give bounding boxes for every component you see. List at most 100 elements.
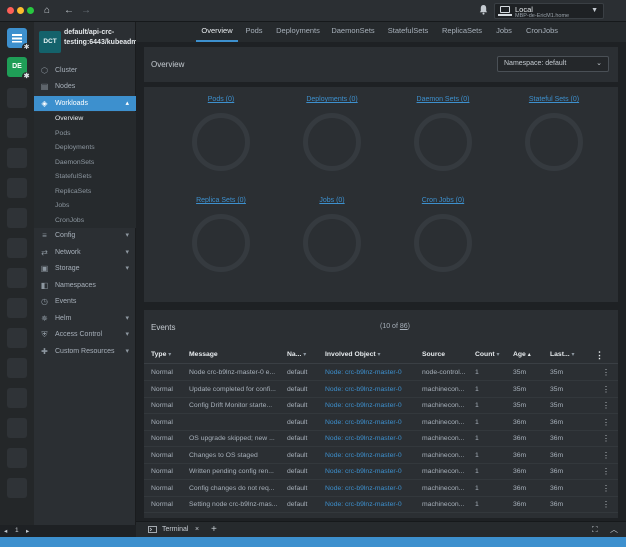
hotbar-item-cluster[interactable]: DE ✱ — [7, 57, 31, 81]
close-icon[interactable]: × — [195, 522, 199, 537]
hotbar-empty-slot[interactable] — [7, 208, 27, 228]
pods-chart-link[interactable]: Pods (0) — [166, 96, 276, 103]
sidebar-item-helm[interactable]: ✵ Helm ▾ — [34, 311, 136, 326]
row-menu-icon[interactable]: ⋮ — [602, 398, 610, 414]
table-row[interactable]: Normal Config Drift Monitor starte... defa… — [144, 398, 618, 415]
cell-object[interactable]: Node: crc-b9lnz-master-0 — [325, 497, 419, 513]
sidebar-subitem-jobs[interactable]: Jobs — [34, 199, 136, 214]
sidebar-item-cluster[interactable]: ⬡ Cluster — [34, 63, 136, 78]
tab-daemonsets[interactable]: DaemonSets — [328, 22, 378, 42]
events-count-total-link[interactable]: 86 — [400, 323, 408, 330]
sidebar-subitem-pods[interactable]: Pods — [34, 127, 136, 142]
column-header-message[interactable]: Message — [189, 348, 218, 362]
hotbar-empty-slot[interactable] — [7, 418, 27, 438]
close-window-button[interactable] — [7, 7, 14, 14]
hotbar-empty-slot[interactable] — [7, 148, 27, 168]
table-row[interactable]: Normal Changes to OS staged default Node: c… — [144, 448, 618, 464]
sidebar-item-namespaces[interactable]: ◧ Namespaces — [34, 278, 136, 293]
sidebar-subitem-cronjobs[interactable]: CronJobs — [34, 214, 136, 229]
sidebar-item-network[interactable]: ⇄ Network ▾ — [34, 245, 136, 260]
sidebar-subitem-statefulsets[interactable]: StatefulSets — [34, 170, 136, 185]
cell-object[interactable]: Node: crc-b9lnz-master-0 — [325, 398, 419, 414]
row-menu-icon[interactable]: ⋮ — [602, 497, 610, 513]
sidebar-subitem-overview[interactable]: Overview — [34, 112, 136, 127]
cell-object[interactable]: Node: crc-b9lnz-master-0 — [325, 481, 419, 497]
sidebar-subitem-daemonsets[interactable]: DaemonSets — [34, 156, 136, 171]
sidebar-item-events[interactable]: ◷ Events — [34, 294, 136, 309]
hotbar-empty-slot[interactable] — [7, 448, 27, 468]
tab-replicasets[interactable]: ReplicaSets — [438, 22, 486, 42]
add-tab-button[interactable]: + — [211, 522, 217, 537]
table-row[interactable]: Normal OS upgrade skipped; new ... default… — [144, 431, 618, 448]
minimize-window-button[interactable] — [17, 7, 24, 14]
home-icon[interactable]: ⌂ — [44, 4, 50, 18]
table-row[interactable]: Normal Config changes do not req... defaul… — [144, 481, 618, 497]
cell-object[interactable]: Node: crc-b9lnz-master-0 — [325, 448, 419, 464]
sidebar-subitem-deployments[interactable]: Deployments — [34, 141, 136, 156]
row-menu-icon[interactable]: ⋮ — [602, 431, 610, 447]
namespace-select[interactable]: Namespace: default ⌄ — [497, 56, 609, 72]
tab-pods[interactable]: Pods — [240, 22, 268, 42]
cronjobs-chart-link[interactable]: Cron Jobs (0) — [388, 197, 498, 204]
column-header-last-seen[interactable]: Last... ▾ — [550, 348, 575, 362]
tab-cronjobs[interactable]: CronJobs — [522, 22, 562, 42]
row-menu-icon[interactable]: ⋮ — [602, 481, 610, 497]
hotbar-empty-slot[interactable] — [7, 88, 27, 108]
columns-menu-icon[interactable]: ⋮ — [595, 348, 604, 362]
column-header-age[interactable]: Age ▴ — [513, 348, 531, 362]
row-menu-icon[interactable]: ⋮ — [602, 365, 610, 381]
hotbar-empty-slot[interactable] — [7, 178, 27, 198]
statefulsets-chart-link[interactable]: Stateful Sets (0) — [499, 96, 609, 103]
sidebar-item-config[interactable]: ≡ Config ▾ — [34, 228, 136, 243]
hotbar-prev-button[interactable]: ◂ — [4, 527, 7, 535]
sidebar-subitem-replicasets[interactable]: ReplicaSets — [34, 185, 136, 200]
tab-overview[interactable]: Overview — [196, 22, 238, 42]
cell-object[interactable]: Node: crc-b9lnz-master-0 — [325, 431, 419, 447]
cell-object[interactable]: Node: crc-b9lnz-master-0 — [325, 365, 419, 381]
cell-object[interactable]: Node: crc-b9lnz-master-0 — [325, 382, 419, 398]
column-header-source[interactable]: Source — [422, 348, 445, 362]
hotbar-empty-slot[interactable] — [7, 238, 27, 258]
table-row[interactable]: Normal Node crc-b9lnz-master-0 e... defaul… — [144, 365, 618, 382]
table-row[interactable]: Normal default Node: crc-b9lnz-master-0 mac… — [144, 415, 618, 431]
cell-object[interactable]: Node: crc-b9lnz-master-0 — [325, 415, 419, 431]
terminal-tab[interactable]: Terminal × — [144, 522, 204, 538]
context-selector[interactable]: Local MBP-de-EricM1.home ▼ — [494, 3, 604, 19]
table-row[interactable]: Normal Update completed for confi... defau… — [144, 382, 618, 398]
hotbar-empty-slot[interactable] — [7, 298, 27, 318]
arrow-right-icon[interactable]: → — [81, 4, 91, 18]
row-menu-icon[interactable]: ⋮ — [602, 415, 610, 431]
sidebar-item-access-control[interactable]: ⛨ Access Control ▾ — [34, 327, 136, 342]
table-row[interactable]: Normal Written pending config ren... defau… — [144, 464, 618, 481]
replicasets-chart-link[interactable]: Replica Sets (0) — [166, 197, 276, 204]
daemonsets-chart-link[interactable]: Daemon Sets (0) — [388, 96, 498, 103]
arrow-left-icon[interactable]: ← — [64, 4, 74, 18]
zoom-window-button[interactable] — [27, 7, 34, 14]
hotbar-empty-slot[interactable] — [7, 328, 27, 348]
sidebar-item-nodes[interactable]: ▤ Nodes — [34, 79, 136, 94]
row-menu-icon[interactable]: ⋮ — [602, 382, 610, 398]
bell-icon[interactable] — [479, 4, 488, 20]
column-header-count[interactable]: Count ▾ — [475, 348, 500, 362]
column-header-involved-object[interactable]: Involved Object ▾ — [325, 348, 381, 362]
sidebar-item-workloads[interactable]: ◈ Workloads ▴ — [34, 96, 136, 111]
row-menu-icon[interactable]: ⋮ — [602, 464, 610, 480]
hotbar-empty-slot[interactable] — [7, 388, 27, 408]
tab-statefulsets[interactable]: StatefulSets — [384, 22, 432, 42]
hotbar-item-catalog[interactable]: ✱ — [7, 28, 31, 52]
hotbar-empty-slot[interactable] — [7, 358, 27, 378]
fullscreen-icon[interactable]: ⛶ — [592, 522, 598, 537]
hotbar-next-button[interactable]: ▸ — [26, 527, 29, 535]
hotbar-empty-slot[interactable] — [7, 268, 27, 288]
table-row[interactable]: Normal Setting node crc-b9lnz-mas... defau… — [144, 497, 618, 514]
jobs-chart-link[interactable]: Jobs (0) — [277, 197, 387, 204]
cluster-header[interactable]: DCT default/api-crc-testing:6443/kubeadm… — [34, 22, 144, 62]
tab-deployments[interactable]: Deployments — [273, 22, 323, 42]
sidebar-item-custom-resources[interactable]: ✚ Custom Resources ▾ — [34, 344, 136, 359]
column-header-type[interactable]: Type ▾ — [151, 348, 171, 362]
deployments-chart-link[interactable]: Deployments (0) — [277, 96, 387, 103]
sidebar-item-storage[interactable]: ▣ Storage ▾ — [34, 261, 136, 276]
cell-object[interactable]: Node: crc-b9lnz-master-0 — [325, 464, 419, 480]
row-menu-icon[interactable]: ⋮ — [602, 448, 610, 464]
chevron-up-icon[interactable]: ︿ — [610, 522, 618, 537]
